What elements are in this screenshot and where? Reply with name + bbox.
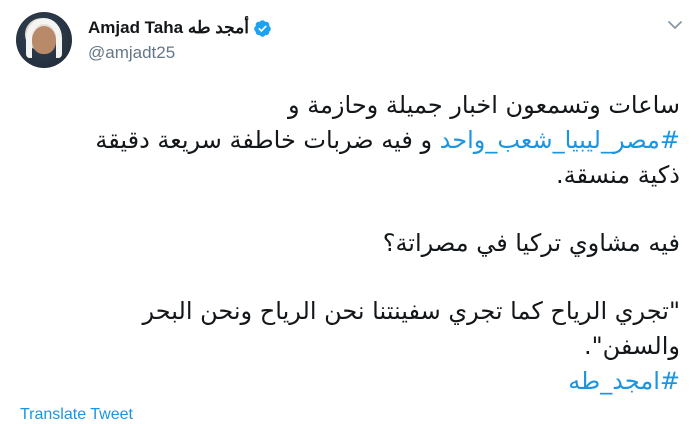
hashtag-link[interactable]: #مصر_ليبيا_شعب_واحد [440,126,680,154]
author-handle[interactable]: @amjadt25 [88,43,175,63]
tweet-line: فيه مشاوي تركيا في مصراتة؟ [382,229,680,257]
author-display-name[interactable]: Amjad Taha أمجد طه [88,18,249,38]
tweet-line: ساعات وتسمعون اخبار جميلة وحازمة و [287,91,680,119]
tweet-card: Amjad Taha أمجد طه @amjadt25 ساعات وتسمع… [0,0,700,423]
profile-avatar[interactable] [16,12,72,68]
tweet-line: ذكية منسقة. [556,161,680,189]
author-name-row[interactable]: Amjad Taha أمجد طه [88,17,272,39]
tweet-line-text: و فيه ضربات خاطفة سريعة دقيقة [95,126,440,154]
tweet-line: "تجري الرياح كما تجري سفينتنا نحن الرياح… [142,297,680,325]
chevron-down-icon[interactable] [664,14,686,36]
verified-badge-icon [253,19,272,38]
tweet-line: والسفن". [583,332,680,360]
tweet-line: #مصر_ليبيا_شعب_واحد و فيه ضربات خاطفة سر… [20,123,680,158]
hashtag-link[interactable]: #امجد_طه [20,364,680,399]
avatar-face [32,26,56,54]
tweet-body: ساعات وتسمعون اخبار جميلة وحازمة و #مصر_… [20,88,680,399]
translate-tweet-link[interactable]: Translate Tweet [20,406,133,424]
